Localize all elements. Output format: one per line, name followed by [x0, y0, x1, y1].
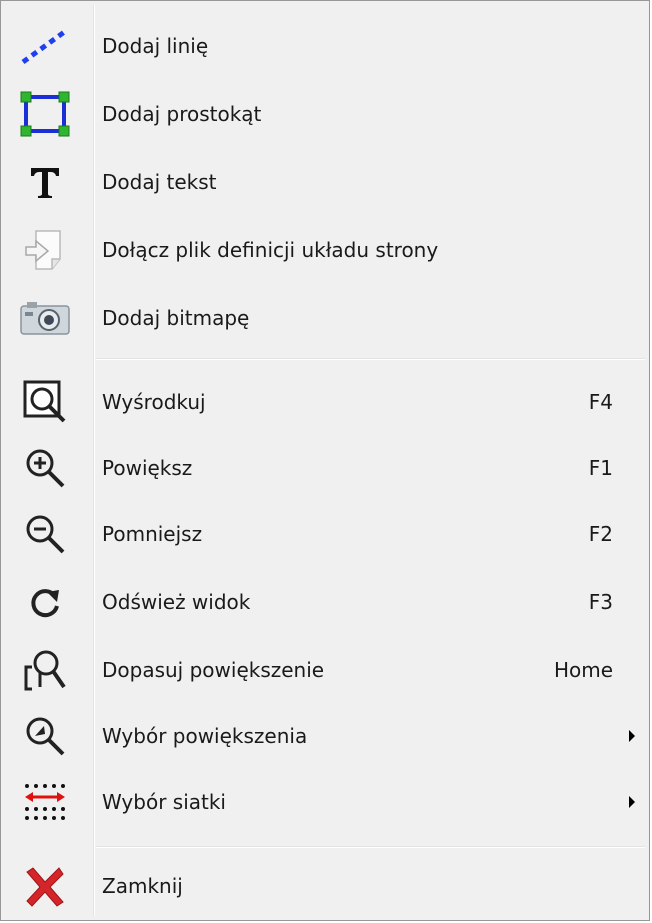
close-icon — [15, 863, 75, 909]
menu-item-refresh-view[interactable]: Odśwież widok F3 — [1, 569, 649, 635]
menu-item-label: Wybór siatki — [102, 790, 226, 814]
camera-icon — [15, 295, 75, 341]
menu-item-label: Odśwież widok — [102, 590, 251, 614]
menu-item-zoom-select[interactable]: Wybór powiększenia — [1, 703, 649, 769]
menu-item-label: Dodaj tekst — [102, 170, 217, 194]
menu-item-close[interactable]: Zamknij — [1, 853, 649, 919]
text-icon — [15, 159, 75, 205]
menu-item-center[interactable]: Wyśrodkuj F4 — [1, 369, 649, 435]
menu-item-zoom-in[interactable]: Powiększ F1 — [1, 435, 649, 501]
menu-item-label: Powiększ — [102, 456, 193, 480]
menu-item-add-text[interactable]: Dodaj tekst — [1, 149, 649, 215]
menu-item-fit-zoom[interactable]: Dopasuj powiększenie Home — [1, 637, 649, 703]
menu-item-label: Zamknij — [102, 874, 183, 898]
refresh-icon — [15, 579, 75, 625]
menu-item-add-rectangle[interactable]: Dodaj prostokąt — [1, 81, 649, 147]
zoom-center-icon — [15, 379, 75, 425]
menu-separator — [96, 846, 645, 848]
menu-item-attach-layout-file[interactable]: Dołącz plik definicji układu strony — [1, 217, 649, 283]
grid-icon — [15, 779, 75, 825]
menu-item-shortcut: Home — [553, 658, 613, 682]
zoom-in-icon — [15, 445, 75, 491]
menu-item-add-line[interactable]: Dodaj linię — [1, 13, 649, 79]
zoom-select-icon — [15, 713, 75, 759]
menu-item-label: Dołącz plik definicji układu strony — [102, 238, 439, 262]
menu-separator — [96, 358, 645, 360]
menu-item-shortcut: F3 — [588, 590, 613, 614]
submenu-arrow-icon — [629, 730, 635, 742]
context-menu: Dodaj linię Dodaj prostokąt Dodaj tekst — [0, 0, 650, 921]
zoom-fit-icon — [15, 647, 75, 693]
menu-item-zoom-out[interactable]: Pomniejsz F2 — [1, 501, 649, 567]
import-file-icon — [15, 227, 75, 273]
menu-item-shortcut: F2 — [588, 522, 613, 546]
menu-item-grid-select[interactable]: Wybór siatki — [1, 769, 649, 835]
menu-item-add-bitmap[interactable]: Dodaj bitmapę — [1, 285, 649, 351]
menu-item-label: Dopasuj powiększenie — [102, 658, 325, 682]
zoom-out-icon — [15, 511, 75, 557]
submenu-arrow-icon — [629, 796, 635, 808]
menu-item-label: Dodaj prostokąt — [102, 102, 262, 126]
menu-item-label: Wybór powiększenia — [102, 724, 308, 748]
menu-item-label: Dodaj bitmapę — [102, 306, 250, 330]
menu-item-label: Pomniejsz — [102, 522, 203, 546]
menu-item-shortcut: F1 — [588, 456, 613, 480]
menu-item-label: Wyśrodkuj — [102, 390, 206, 414]
menu-item-label: Dodaj linię — [102, 34, 209, 58]
dashed-line-icon — [15, 23, 75, 69]
menu-item-shortcut: F4 — [588, 390, 613, 414]
rectangle-icon — [15, 91, 75, 137]
